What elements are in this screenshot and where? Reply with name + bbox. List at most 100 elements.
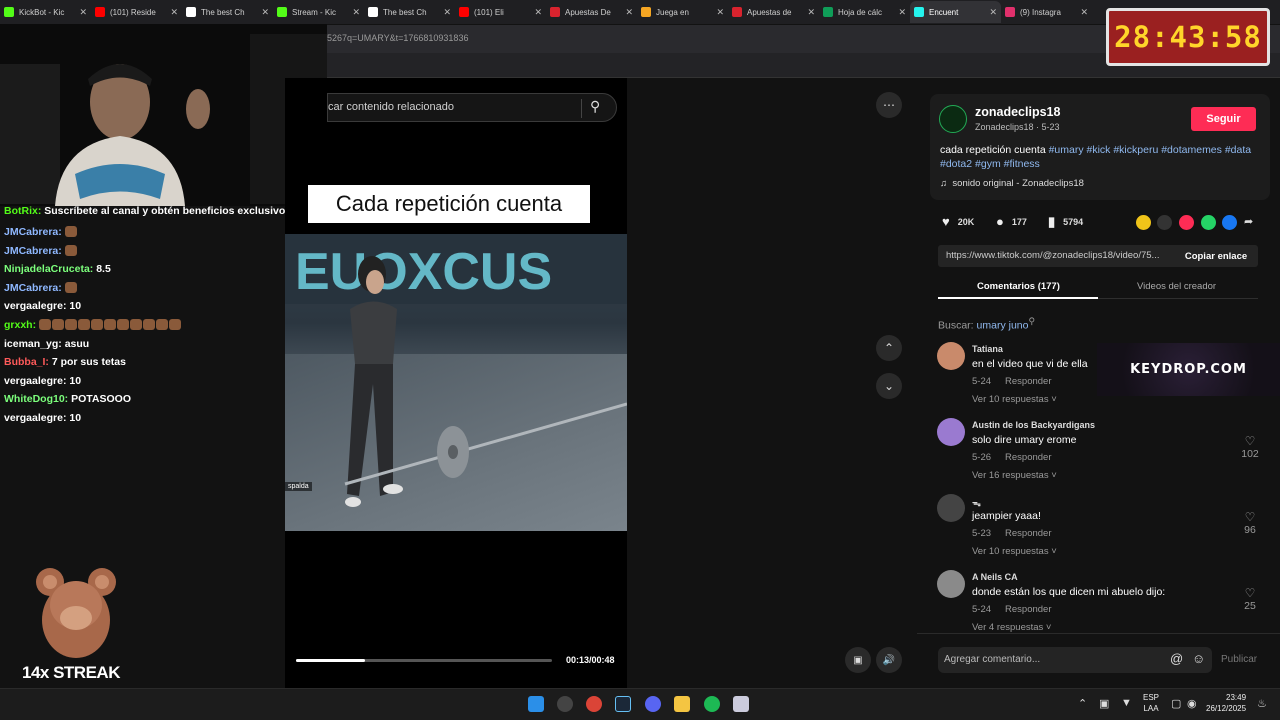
tab-close-icon[interactable]: ✕: [989, 7, 997, 18]
whatsapp-icon[interactable]: [1201, 215, 1216, 230]
comment-like[interactable]: ♡ 102: [1235, 434, 1265, 460]
facebook-icon[interactable]: [1222, 215, 1237, 230]
browser-tab[interactable]: Hoja de cálc ✕: [819, 1, 910, 23]
tab-close-icon[interactable]: ✕: [1080, 7, 1088, 18]
mention-icon[interactable]: @: [1170, 651, 1183, 666]
chat-username[interactable]: BotRix:: [4, 205, 41, 217]
tab-close-icon[interactable]: ✕: [625, 7, 633, 18]
volume-button[interactable]: 🔊: [876, 647, 902, 673]
tab-close-icon[interactable]: ✕: [352, 7, 360, 18]
heart-outline-icon[interactable]: ♡: [1235, 434, 1265, 448]
tab-close-icon[interactable]: ✕: [807, 7, 815, 18]
save-stat[interactable]: ▮ 5794: [1048, 214, 1083, 230]
network-tray-icon[interactable]: ▣: [1099, 697, 1109, 710]
browser-tab[interactable]: Apuestas De ✕: [546, 1, 637, 23]
comment-author[interactable]: ᯓ: [972, 496, 981, 509]
view-replies[interactable]: Ver 10 respuestas ˅: [972, 546, 1057, 557]
comment-placeholder[interactable]: Agregar comentario...: [944, 654, 1040, 665]
chrome-icon[interactable]: [586, 696, 602, 712]
input-language[interactable]: ESP LAA: [1143, 692, 1159, 714]
tab-close-icon[interactable]: ✕: [79, 7, 87, 18]
notification-bell-icon[interactable]: ♨: [1257, 697, 1267, 710]
emoji-icon[interactable]: ☺: [1192, 651, 1205, 666]
chat-username[interactable]: vergaalegre:: [4, 412, 66, 424]
display-tray-icon[interactable]: ▢: [1171, 697, 1181, 710]
reply-button[interactable]: Responder: [1005, 376, 1051, 387]
creator-username[interactable]: zonadeclips18: [975, 105, 1060, 119]
tab-close-icon[interactable]: ✕: [716, 7, 724, 18]
pip-button[interactable]: ▣: [845, 647, 871, 673]
view-replies[interactable]: Ver 4 respuestas ˅: [972, 622, 1051, 633]
share-link-field[interactable]: https://www.tiktok.com/@zonadeclips18/vi…: [938, 245, 1174, 267]
reply-button[interactable]: Responder: [1005, 604, 1051, 615]
copy-link-button[interactable]: Copiar enlace: [1174, 245, 1258, 267]
heart-icon[interactable]: ♥: [942, 214, 950, 229]
tab-comments[interactable]: Comentarios (177): [977, 281, 1060, 292]
tab-creator-videos[interactable]: Videos del creador: [1137, 281, 1216, 292]
send-icon[interactable]: [1179, 215, 1194, 230]
view-replies[interactable]: Ver 16 respuestas ˅: [972, 470, 1057, 481]
search-icon[interactable]: ⚲: [590, 98, 600, 115]
comment-author[interactable]: Austin de los Backyardigans: [972, 420, 1095, 430]
more-options-button[interactable]: ⋯: [876, 92, 902, 118]
video-frame[interactable]: EUOXCUS spalda: [285, 234, 627, 531]
related-search-box[interactable]: car contenido relacionado ⚲: [327, 93, 617, 122]
view-replies[interactable]: Ver 10 respuestas ˅: [972, 394, 1057, 405]
comment-avatar[interactable]: [937, 494, 965, 522]
coin-icon[interactable]: [1136, 215, 1151, 230]
music-title[interactable]: sonido original - Zonadeclips18: [952, 178, 1084, 189]
comment-avatar[interactable]: [937, 418, 965, 446]
browser-tab[interactable]: The best Ch ✕: [364, 1, 455, 23]
comment-author[interactable]: Tatiana: [972, 344, 1003, 354]
search-taskbar-icon[interactable]: [557, 696, 573, 712]
browser-tab[interactable]: Encuent ✕: [910, 1, 1001, 23]
comment-like[interactable]: ♡ 25: [1235, 586, 1265, 612]
follow-button[interactable]: Seguir: [1191, 107, 1256, 131]
share-arrow-icon[interactable]: ➦: [1244, 215, 1259, 230]
comment-stat[interactable]: ● 177: [996, 214, 1027, 229]
browser-tab[interactable]: Stream - Kic ✕: [273, 1, 364, 23]
comment-author[interactable]: A Neils CA: [972, 572, 1018, 582]
chat-username[interactable]: WhiteDog10:: [4, 393, 68, 405]
browser-tab[interactable]: The best Ch ✕: [182, 1, 273, 23]
wifi-tray-icon[interactable]: ◉: [1187, 697, 1197, 710]
comment-icon[interactable]: ●: [996, 214, 1004, 229]
music-line[interactable]: ♫ sonido original - Zonadeclips18: [940, 178, 1084, 189]
chat-username[interactable]: iceman_yg:: [4, 338, 62, 350]
browser-tab[interactable]: (9) Instagra ✕: [1001, 1, 1092, 23]
chat-username[interactable]: JMCabrera:: [4, 226, 62, 238]
view-replies-label[interactable]: Ver 16 respuestas: [972, 470, 1049, 481]
spotify-icon[interactable]: [704, 696, 720, 712]
comment-search-suggestion[interactable]: Buscar: umary juno⚲: [938, 316, 1035, 332]
video-progress-bar[interactable]: [296, 659, 552, 662]
tray-chevron-icon[interactable]: ⌃: [1078, 697, 1087, 710]
tab-close-icon[interactable]: ✕: [898, 7, 906, 18]
heart-outline-icon[interactable]: ♡: [1235, 510, 1265, 524]
tab-close-icon[interactable]: ✕: [261, 7, 269, 18]
calculator-icon[interactable]: [733, 696, 749, 712]
chat-username[interactable]: vergaalegre:: [4, 300, 66, 312]
chat-username[interactable]: JMCabrera:: [4, 282, 62, 294]
browser-tab[interactable]: Apuestas de ✕: [728, 1, 819, 23]
chat-username[interactable]: grxxh:: [4, 319, 36, 331]
bookmark-icon[interactable]: ▮: [1048, 214, 1055, 230]
browser-tab[interactable]: Juega en ✕: [637, 1, 728, 23]
search-term[interactable]: umary juno: [977, 320, 1029, 332]
comment-avatar[interactable]: [937, 342, 965, 370]
chat-username[interactable]: NinjadelaCruceta:: [4, 263, 93, 275]
start-icon[interactable]: [528, 696, 544, 712]
creator-avatar[interactable]: [939, 105, 967, 133]
tab-close-icon[interactable]: ✕: [170, 7, 178, 18]
system-clock[interactable]: 23:49 26/12/2025: [1206, 692, 1246, 714]
embed-icon[interactable]: [1157, 215, 1172, 230]
browser-tab[interactable]: (101) Eli ✕: [455, 1, 546, 23]
steam-icon[interactable]: [615, 696, 631, 712]
chat-username[interactable]: JMCabrera:: [4, 245, 62, 257]
previous-video-button[interactable]: ⌃: [876, 335, 902, 361]
browser-tab[interactable]: KickBot - Kic ✕: [0, 1, 91, 23]
chat-username[interactable]: Bubba_I:: [4, 356, 49, 368]
mic-tray-icon[interactable]: ▼: [1121, 697, 1132, 709]
folder-icon[interactable]: [674, 696, 690, 712]
publish-button[interactable]: Publicar: [1221, 654, 1257, 665]
reply-button[interactable]: Responder: [1005, 452, 1051, 463]
